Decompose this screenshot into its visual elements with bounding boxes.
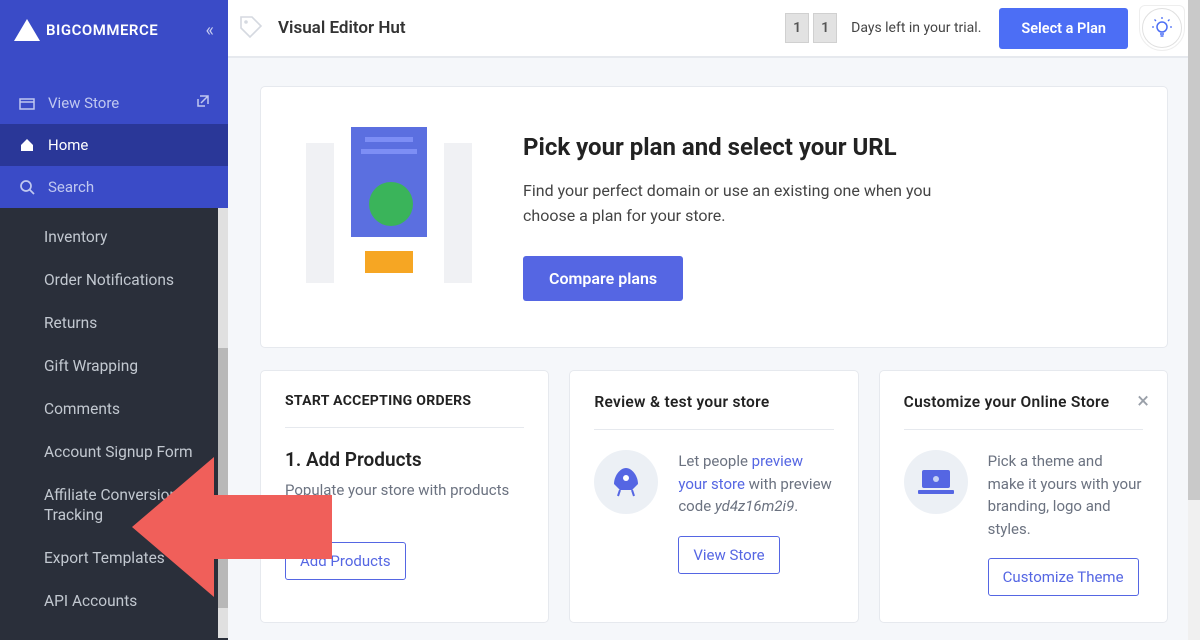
step-body: Populate your store with products to sel… bbox=[285, 479, 524, 524]
hero-illustration bbox=[309, 127, 469, 307]
card-title: START ACCEPTING ORDERS bbox=[285, 393, 524, 428]
page-scrollbar[interactable] bbox=[1188, 0, 1200, 640]
sidebar-item-comments[interactable]: Comments bbox=[0, 388, 228, 431]
collapse-sidebar-icon[interactable]: « bbox=[206, 20, 214, 41]
sidebar-item-account-signup-form[interactable]: Account Signup Form bbox=[0, 431, 228, 474]
brand-prefix: BIG bbox=[46, 21, 72, 39]
sidebar-item-returns[interactable]: Returns bbox=[0, 302, 228, 345]
sidebar-item-api-accounts[interactable]: API Accounts bbox=[0, 580, 228, 623]
sidebar-item-export-templates[interactable]: Export Templates bbox=[0, 537, 228, 580]
step-body: Pick a theme and make it yours with your… bbox=[988, 450, 1143, 540]
external-link-icon bbox=[196, 94, 210, 112]
view-store-button[interactable]: View Store bbox=[678, 536, 779, 574]
hero-body: Find your perfect domain or use an exist… bbox=[523, 179, 953, 229]
search-icon bbox=[18, 178, 36, 196]
brand-logo-icon bbox=[14, 19, 40, 41]
tips-lightbulb-icon[interactable] bbox=[1142, 8, 1182, 48]
store-icon bbox=[18, 94, 36, 112]
nav-view-store-label: View Store bbox=[48, 94, 119, 112]
trial-days-digit-2: 1 bbox=[813, 13, 837, 43]
trial-text: Days left in your trial. bbox=[851, 20, 981, 36]
rocket-icon bbox=[594, 450, 658, 514]
select-plan-button[interactable]: Select a Plan bbox=[999, 8, 1128, 49]
secondary-nav: Inventory Order Notifications Returns Gi… bbox=[0, 208, 228, 640]
compare-plans-button[interactable]: Compare plans bbox=[523, 256, 683, 301]
hero-title: Pick your plan and select your URL bbox=[523, 133, 953, 161]
trial-days-digit-1: 1 bbox=[785, 13, 809, 43]
primary-nav: View Store Home Search bbox=[0, 60, 228, 208]
page-scrollbar-thumb[interactable] bbox=[1188, 0, 1200, 500]
sidebar: BIGCOMMERCE « View Store Home Search Inv… bbox=[0, 0, 228, 640]
close-icon[interactable]: × bbox=[1137, 389, 1149, 414]
sidebar-item-order-notifications[interactable]: Order Notifications bbox=[0, 259, 228, 302]
sidebar-item-affiliate-conversion-tracking[interactable]: Affiliate Conversion Tracking bbox=[0, 474, 228, 538]
sidebar-scrollbar-thumb[interactable] bbox=[218, 348, 228, 608]
tag-icon bbox=[238, 14, 266, 42]
customize-theme-button[interactable]: Customize Theme bbox=[988, 558, 1139, 596]
sidebar-scrollbar[interactable] bbox=[218, 208, 228, 638]
card-title: Customize your Online Store bbox=[904, 393, 1143, 430]
step-body: Let people preview your store with previ… bbox=[678, 450, 833, 518]
topbar: Visual Editor Hut 1 1 Days left in your … bbox=[228, 0, 1200, 58]
preview-code: yd4z16m2i9 bbox=[715, 497, 794, 515]
nav-search[interactable]: Search bbox=[0, 166, 228, 208]
brand-logo[interactable]: BIGCOMMERCE bbox=[14, 19, 158, 41]
step-title: 1. Add Products bbox=[285, 448, 524, 471]
nav-view-store[interactable]: View Store bbox=[0, 82, 228, 124]
sidebar-header: BIGCOMMERCE « bbox=[0, 0, 228, 60]
sidebar-item-inventory[interactable]: Inventory bbox=[0, 216, 228, 259]
card-review-test-store: Review & test your store Let people prev… bbox=[569, 370, 858, 623]
main-content: Visual Editor Hut 1 1 Days left in your … bbox=[228, 0, 1200, 640]
nav-home[interactable]: Home bbox=[0, 124, 228, 166]
nav-search-label: Search bbox=[48, 178, 94, 196]
onboarding-cards: START ACCEPTING ORDERS 1. Add Products P… bbox=[260, 370, 1168, 623]
add-products-button[interactable]: Add Products bbox=[285, 542, 406, 580]
home-icon bbox=[18, 136, 36, 154]
brand-name: COMMERCE bbox=[72, 21, 159, 39]
card-title: Review & test your store bbox=[594, 393, 833, 430]
sidebar-item-gift-wrapping[interactable]: Gift Wrapping bbox=[0, 345, 228, 388]
nav-home-label: Home bbox=[48, 136, 88, 154]
hero-card: Pick your plan and select your URL Find … bbox=[260, 86, 1168, 348]
card-start-accepting-orders: START ACCEPTING ORDERS 1. Add Products P… bbox=[260, 370, 549, 623]
card-customize-store: × Customize your Online Store Pick a the… bbox=[879, 370, 1168, 623]
store-name: Visual Editor Hut bbox=[278, 18, 406, 38]
laptop-icon bbox=[904, 450, 968, 514]
